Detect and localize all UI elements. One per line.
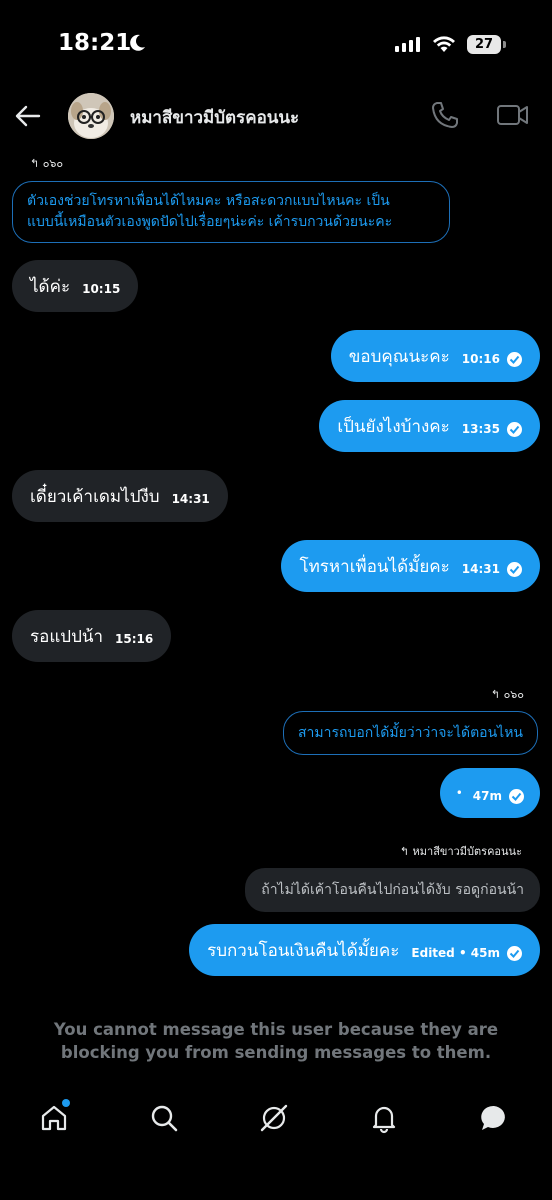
seen-check-icon	[507, 945, 522, 961]
message-text: ได้ค่ะ	[30, 276, 71, 297]
message-text: โทรหาเพื่อนได้มั้ยคะ	[299, 556, 450, 577]
message-bubble-outgoing[interactable]: ขอบคุณนะคะ 10:16	[330, 330, 540, 382]
seen-check-icon	[507, 351, 522, 367]
status-time: 18:21	[58, 30, 132, 56]
quoted-message-line: แบบนี้เหมือนตัวเองพูดปัดไปเรื่อยๆน่ะค่ะ …	[27, 214, 393, 230]
reply-reference: ↰ หมาสีขาวมีบัตรคอนนะ	[399, 845, 522, 858]
notification-dot	[62, 1099, 70, 1107]
message-bubble-outgoing[interactable]: • 47m	[439, 768, 540, 818]
message-bubble-incoming[interactable]: ได้ค่ะ 10:15	[12, 260, 139, 312]
message-text: •	[455, 786, 463, 800]
message-bubble-incoming[interactable]: เดี๋ยวเค้าเดมไปงีบ 14:31	[12, 470, 228, 522]
message-bubble-outgoing[interactable]: รบกวนโอนเงินคืนได้มั้ยคะ Edited • 45m	[189, 924, 540, 976]
message-time: 47m	[472, 789, 502, 803]
grok-icon[interactable]	[258, 1102, 290, 1134]
message-time: 10:16	[461, 352, 500, 366]
blocked-notice: You cannot message this user because the…	[53, 1020, 499, 1062]
message-time: 14:31	[171, 492, 210, 506]
video-call-icon[interactable]	[496, 100, 530, 130]
quoted-message[interactable]: ตัวเองช่วยโทรหาเพื่อนได้ไหมคะ หรือสะดวกแ…	[12, 181, 450, 243]
message-text: เดี๋ยวเค้าเดมไปงีบ	[30, 486, 160, 507]
contact-name[interactable]: หมาสีขาวมีบัตรคอนนะ	[130, 104, 299, 131]
message-bubble-outgoing[interactable]: โทรหาเพื่อนได้มั้ยคะ 14:31	[281, 540, 540, 592]
messages-icon[interactable]	[478, 1102, 510, 1134]
wifi-icon	[433, 36, 455, 52]
search-icon[interactable]	[148, 1102, 180, 1134]
message-time: Edited • 45m	[411, 946, 500, 960]
reply-reference: ↰ ๐๖๐	[490, 688, 524, 701]
battery-tip	[503, 41, 506, 48]
message-time: 14:31	[461, 562, 500, 576]
message-text: เป็นยังไงบ้างคะ	[337, 416, 450, 437]
message-time: 10:15	[82, 282, 121, 296]
moon-icon	[130, 34, 145, 51]
message-time: 13:35	[461, 422, 500, 436]
avatar[interactable]	[68, 93, 114, 139]
phone-call-icon[interactable]	[430, 100, 460, 130]
message-text: รอแปปน้า	[30, 626, 104, 647]
battery-indicator: 27	[467, 35, 501, 54]
quoted-message[interactable]: สามารถบอกได้มั้ยว่าว่าจะได้ตอนไหน	[282, 711, 538, 755]
quoted-message-grey[interactable]: ถ้าไม่ได้เค้าโอนคืนไปก่อนได้งับ รอดูก่อน…	[245, 868, 540, 912]
seen-check-icon	[507, 561, 522, 577]
reply-reference: ↰ ๐๖๐	[30, 157, 64, 170]
quoted-message-line: ตัวเองช่วยโทรหาเพื่อนได้ไหมคะ หรือสะดวกแ…	[27, 193, 390, 209]
message-time: 15:16	[115, 632, 154, 646]
message-bubble-outgoing[interactable]: เป็นยังไงบ้างคะ 13:35	[319, 400, 540, 452]
message-text: รบกวนโอนเงินคืนได้มั้ยคะ	[207, 940, 400, 961]
back-arrow-icon[interactable]	[14, 102, 42, 130]
message-bubble-incoming[interactable]: รอแปปน้า 15:16	[12, 610, 172, 662]
seen-check-icon	[509, 788, 524, 804]
seen-check-icon	[507, 421, 522, 437]
signal-icon	[395, 37, 420, 52]
message-text: ขอบคุณนะคะ	[348, 346, 450, 367]
notifications-icon[interactable]	[368, 1102, 400, 1134]
